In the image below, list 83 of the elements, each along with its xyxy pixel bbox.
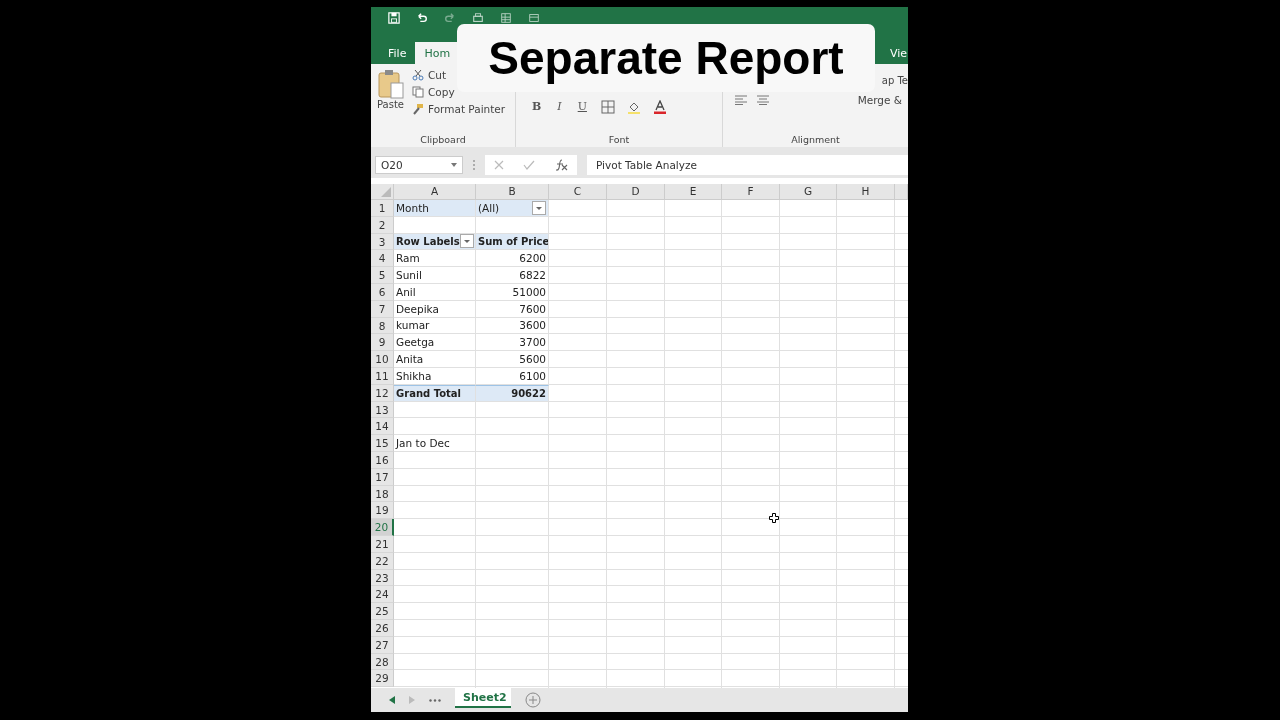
ribbon-button[interactable]: Merge & bbox=[855, 92, 904, 108]
row-header[interactable]: 15 bbox=[371, 435, 394, 452]
clipboard-icon bbox=[377, 69, 404, 99]
table-icon[interactable] bbox=[500, 12, 512, 24]
ribbon-tab[interactable]: File bbox=[379, 42, 416, 64]
more-icon[interactable] bbox=[429, 698, 441, 702]
save-icon[interactable] bbox=[388, 12, 400, 24]
layout-icon[interactable] bbox=[528, 12, 540, 24]
scissors-icon bbox=[412, 69, 424, 81]
table-cell: Month bbox=[394, 200, 476, 217]
align-center-icon[interactable] bbox=[757, 95, 769, 105]
sheet-tab[interactable]: Sheet2 bbox=[455, 688, 511, 708]
filter-dropdown-icon[interactable] bbox=[532, 200, 546, 215]
row-header[interactable]: 10 bbox=[371, 351, 394, 368]
row-header[interactable]: 19 bbox=[371, 502, 394, 520]
column-header[interactable]: F bbox=[722, 184, 780, 200]
table-cell: 6822 bbox=[476, 267, 549, 284]
function-icon[interactable] bbox=[553, 159, 568, 171]
cursor-icon bbox=[769, 513, 779, 523]
table-cell: kumar bbox=[394, 317, 476, 335]
ribbon-button[interactable]: Copy bbox=[410, 84, 457, 100]
table-cell: (All) bbox=[476, 200, 549, 217]
table-cell: Jan to Dec bbox=[394, 435, 476, 452]
ribbon-tab[interactable]: Vie bbox=[886, 42, 908, 64]
table-cell: Row Labels bbox=[394, 233, 476, 251]
table-cell: 5600 bbox=[476, 351, 549, 368]
format-button[interactable]: U bbox=[575, 100, 589, 113]
table-cell: Shikha bbox=[394, 367, 476, 385]
filter-dropdown-icon[interactable] bbox=[459, 234, 474, 249]
add-sheet-icon[interactable] bbox=[525, 692, 541, 708]
font-color-icon[interactable] bbox=[652, 99, 667, 114]
caption-banner: Separate Report bbox=[457, 24, 875, 92]
borders-icon[interactable] bbox=[600, 99, 615, 114]
row-header[interactable]: 14 bbox=[371, 418, 394, 436]
table-cell: Deepika bbox=[394, 300, 476, 318]
table-cell: 3600 bbox=[476, 317, 549, 335]
row-header[interactable]: 29 bbox=[371, 670, 394, 688]
group-label: Clipboard bbox=[419, 134, 467, 145]
table-cell: Anil bbox=[394, 284, 476, 301]
undo-icon[interactable] bbox=[416, 12, 428, 24]
row-header[interactable]: 9 bbox=[371, 334, 394, 352]
caret-icon bbox=[451, 163, 457, 167]
column-header[interactable]: E bbox=[665, 184, 722, 200]
row-header[interactable]: 25 bbox=[371, 603, 394, 620]
format-button[interactable]: B bbox=[530, 100, 544, 113]
row-header[interactable]: 1 bbox=[371, 200, 394, 217]
ribbon-button[interactable]: Format Painter bbox=[410, 101, 508, 117]
check-icon[interactable] bbox=[523, 160, 535, 170]
brush-icon bbox=[412, 103, 424, 115]
row-header[interactable]: 20 bbox=[371, 519, 394, 536]
table-cell: Geetga bbox=[394, 334, 476, 352]
column-header[interactable]: B bbox=[476, 184, 549, 200]
group-label: Font bbox=[607, 134, 631, 145]
table-cell: 3700 bbox=[476, 334, 549, 352]
paste-button[interactable]: Paste bbox=[375, 67, 406, 119]
group-label: Alignment bbox=[790, 134, 841, 145]
column-header[interactable]: G bbox=[780, 184, 837, 200]
table-cell: 6100 bbox=[476, 367, 549, 385]
ribbon-button[interactable]: ap Te bbox=[881, 75, 908, 86]
column-header[interactable]: D bbox=[607, 184, 665, 200]
ribbon-button[interactable]: Cut bbox=[410, 67, 449, 83]
column-header[interactable]: A bbox=[394, 184, 476, 200]
table-cell: 6200 bbox=[476, 250, 549, 268]
row-header[interactable]: 4 bbox=[371, 250, 394, 268]
table-cell: Ram bbox=[394, 250, 476, 268]
row-header[interactable]: 24 bbox=[371, 586, 394, 604]
table-cell: Anita bbox=[394, 351, 476, 368]
row-header[interactable]: 5 bbox=[371, 267, 394, 284]
scroll-left-icon[interactable] bbox=[389, 696, 395, 704]
print-icon[interactable] bbox=[472, 12, 484, 24]
table-cell: Sum of Price bbox=[476, 233, 549, 251]
formula-field[interactable]: Pivot Table Analyze bbox=[587, 155, 908, 175]
name-box[interactable]: O20 bbox=[375, 156, 463, 174]
format-button[interactable]: I bbox=[555, 100, 564, 113]
table-cell: Sunil bbox=[394, 267, 476, 284]
column-header[interactable]: C bbox=[549, 184, 607, 200]
redo-icon[interactable] bbox=[444, 12, 456, 24]
table-cell: 7600 bbox=[476, 300, 549, 318]
ribbon-tab[interactable]: Hom bbox=[415, 42, 460, 64]
table-cell: 51000 bbox=[476, 284, 549, 301]
align-left-icon[interactable] bbox=[735, 95, 747, 105]
copy-icon bbox=[412, 86, 424, 98]
column-header[interactable]: H bbox=[837, 184, 895, 200]
